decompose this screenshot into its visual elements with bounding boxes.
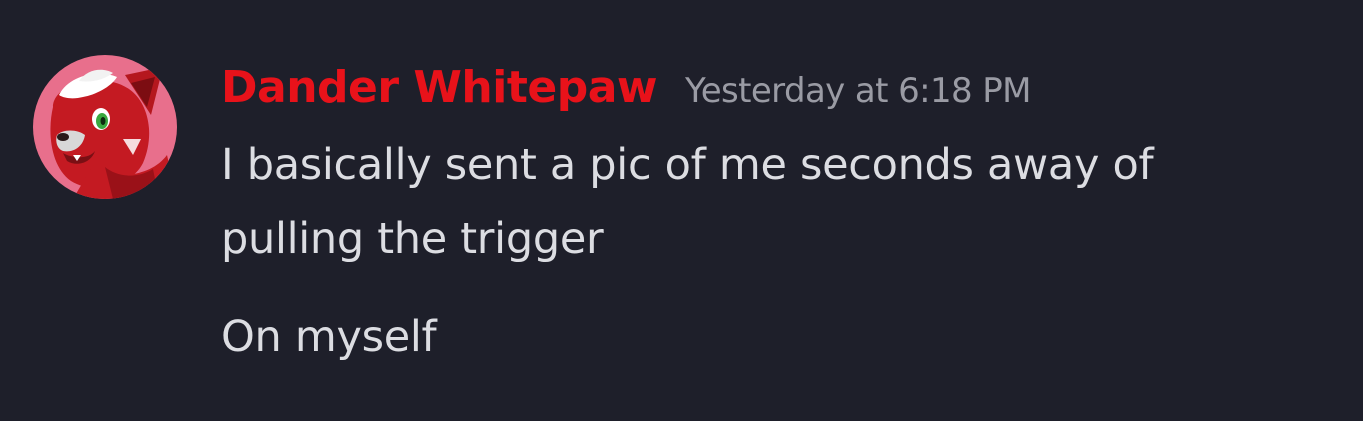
message-timestamp[interactable]: Yesterday at 6:18 PM xyxy=(685,71,1031,111)
message-text-line: On myself xyxy=(221,312,437,362)
red-wolf-fursona-avatar-icon xyxy=(33,55,177,199)
message-content: Dander Whitepaw Yesterday at 6:18 PM I ba… xyxy=(221,58,1351,374)
message-text-line: I basically sent a pic of me seconds awa… xyxy=(221,140,1154,190)
message-header: Dander Whitepaw Yesterday at 6:18 PM xyxy=(221,58,1351,118)
author-name[interactable]: Dander Whitepaw xyxy=(221,62,658,113)
message-text-line: pulling the trigger xyxy=(221,214,604,264)
user-avatar[interactable] xyxy=(33,55,177,199)
chat-message: Dander Whitepaw Yesterday at 6:18 PM I ba… xyxy=(0,0,1363,421)
